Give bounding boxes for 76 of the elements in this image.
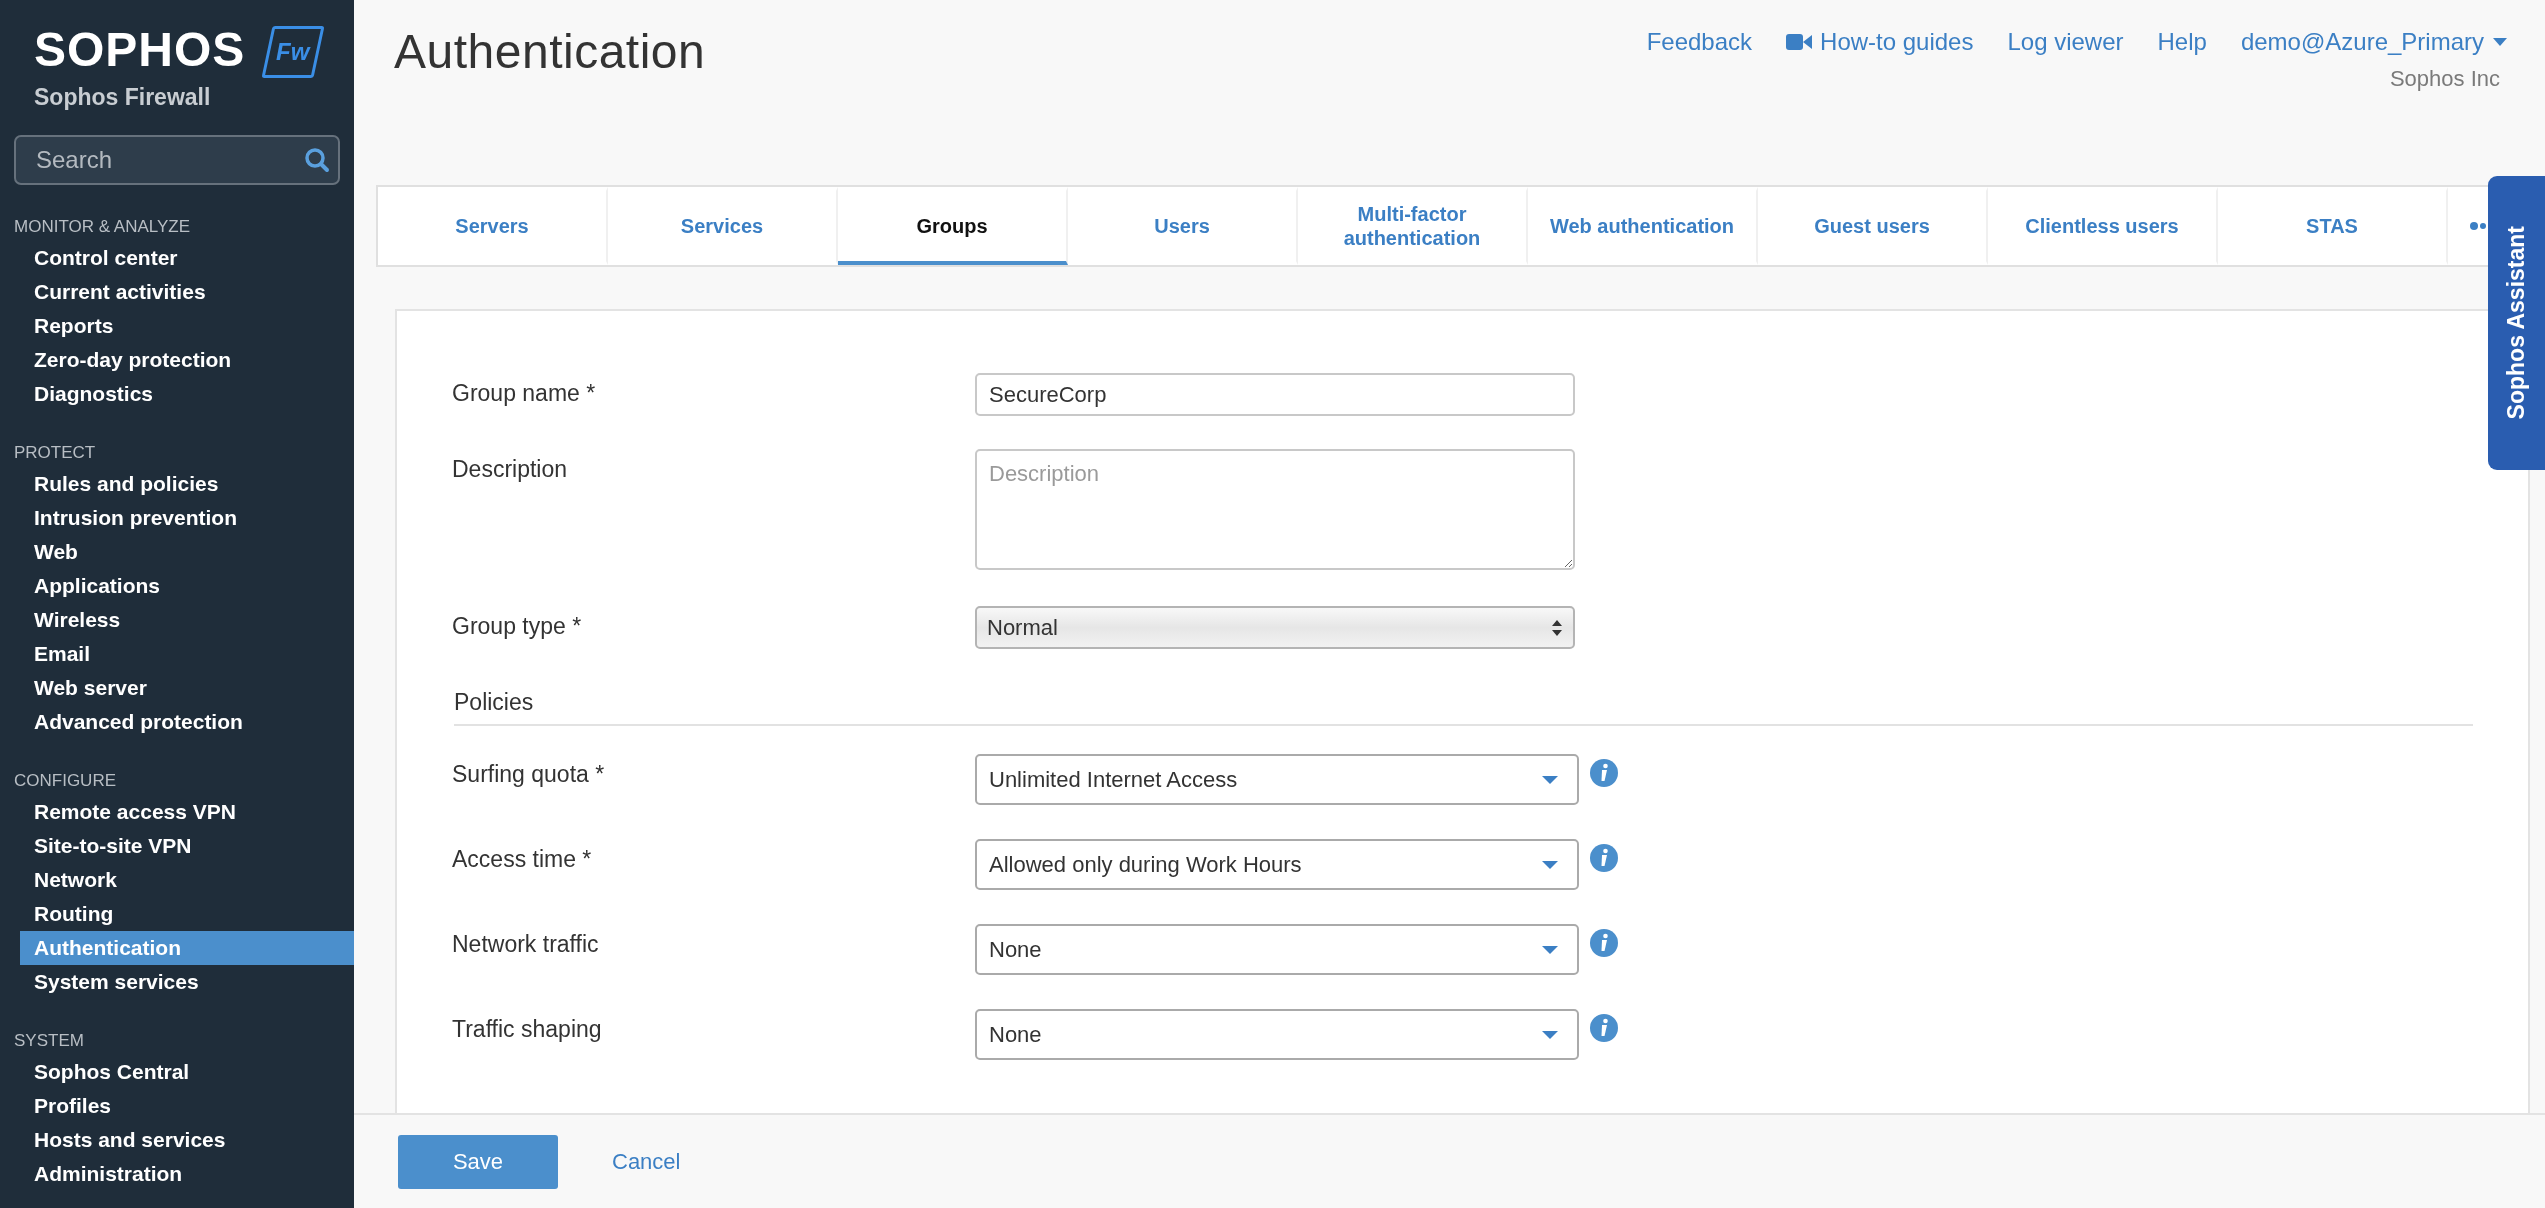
- tab[interactable]: Web authentication: [1528, 187, 1758, 265]
- nav-item[interactable]: Rules and policies: [0, 467, 354, 501]
- nav-item[interactable]: Sophos Central: [0, 1055, 354, 1089]
- section-heading: Policies: [454, 689, 2473, 726]
- nav-item[interactable]: Profiles: [0, 1089, 354, 1123]
- nav-item[interactable]: Wireless: [0, 603, 354, 637]
- dropdown[interactable]: Unlimited Internet Access: [975, 754, 1579, 805]
- dropdown-caret-icon: [1541, 1029, 1559, 1040]
- text-area[interactable]: Description: [975, 449, 1575, 570]
- tab[interactable]: Clientless users: [1988, 187, 2218, 265]
- nav-item[interactable]: Control center: [0, 241, 354, 275]
- header-link[interactable]: Help: [2157, 28, 2207, 56]
- nav-item[interactable]: Network: [0, 863, 354, 897]
- nav-item[interactable]: Diagnostics: [0, 377, 354, 411]
- tab[interactable]: Multi-factor authentication: [1298, 187, 1528, 265]
- info-icon[interactable]: [1589, 928, 1619, 958]
- dropdown[interactable]: None: [975, 1009, 1579, 1060]
- dropdown-caret-icon: [1541, 774, 1559, 785]
- header-link[interactable]: How-to guides: [1786, 28, 1974, 56]
- field-label: Traffic shaping: [452, 1015, 603, 1044]
- product-name: Sophos Firewall: [33, 84, 212, 111]
- header-link[interactable]: Log viewer: [2007, 28, 2124, 56]
- dropdown[interactable]: Allowed only during Work Hours: [975, 839, 1579, 890]
- logo-text: SOPHOS: [34, 24, 246, 76]
- nav-item[interactable]: Routing: [0, 897, 354, 931]
- organization-name: Sophos Inc: [2389, 66, 2501, 92]
- info-icon[interactable]: [1589, 843, 1619, 873]
- tab[interactable]: Servers: [378, 187, 608, 265]
- product-badge: Fw: [261, 26, 325, 78]
- text-field[interactable]: SecureCorp: [975, 373, 1575, 416]
- up-down-arrows-icon: [1551, 618, 1563, 637]
- field-label: Network traffic: [452, 930, 600, 959]
- dropdown-caret-icon: [1541, 859, 1559, 870]
- nav-item[interactable]: Applications: [0, 569, 354, 603]
- video-camera-icon: [1786, 33, 1813, 51]
- field-label: Description: [452, 455, 569, 484]
- nav-item[interactable]: System services: [0, 965, 354, 999]
- section-heading: PROTECT: [13, 442, 97, 464]
- nav-item[interactable]: Advanced protection: [0, 705, 354, 739]
- nav-item[interactable]: Zero-day protection: [0, 343, 354, 377]
- select-field[interactable]: Normal: [975, 606, 1575, 649]
- field-label: Group name *: [452, 379, 597, 408]
- nav-item[interactable]: Web server: [0, 671, 354, 705]
- tab[interactable]: Services: [608, 187, 838, 265]
- nav-item[interactable]: Intrusion prevention: [0, 501, 354, 535]
- caret-icon: [2492, 37, 2508, 47]
- section-heading: CONFIGURE: [13, 770, 117, 792]
- field-label: Group type *: [452, 612, 583, 641]
- section-heading: MONITOR & ANALYZE: [13, 216, 192, 238]
- info-icon[interactable]: [1589, 1013, 1619, 1043]
- search-field[interactable]: Search: [14, 135, 340, 185]
- dropdown[interactable]: None: [975, 924, 1579, 975]
- tab[interactable]: Groups: [838, 187, 1068, 265]
- header-link[interactable]: Feedback: [1646, 28, 1753, 56]
- dropdown-caret-icon: [1541, 944, 1559, 955]
- tab[interactable]: Users: [1068, 187, 1298, 265]
- nav-item[interactable]: Hosts and services: [0, 1123, 354, 1157]
- search-icon[interactable]: [304, 147, 330, 173]
- assistant-tab[interactable]: Sophos Assistant: [2488, 176, 2545, 470]
- user-menu[interactable]: demo@Azure_Primary: [2240, 28, 2508, 56]
- nav-item[interactable]: Administration: [0, 1157, 354, 1191]
- tab[interactable]: STAS: [2218, 187, 2448, 265]
- more-icon[interactable]: [2470, 221, 2486, 231]
- nav-item[interactable]: Current activities: [0, 275, 354, 309]
- field-label: Surfing quota *: [452, 760, 606, 789]
- field-label: Access time *: [452, 845, 593, 874]
- info-icon[interactable]: [1589, 758, 1619, 788]
- section-heading: SYSTEM: [13, 1030, 85, 1052]
- nav-item[interactable]: Site-to-site VPN: [0, 829, 354, 863]
- nav-item[interactable]: Reports: [0, 309, 354, 343]
- tab[interactable]: Guest users: [1758, 187, 1988, 265]
- nav-item[interactable]: Email: [0, 637, 354, 671]
- cancel-link[interactable]: Cancel: [612, 1148, 681, 1175]
- nav-item[interactable]: Web: [0, 535, 354, 569]
- nav-item[interactable]: Remote access VPN: [0, 795, 354, 829]
- page-title: Authentication: [394, 24, 706, 80]
